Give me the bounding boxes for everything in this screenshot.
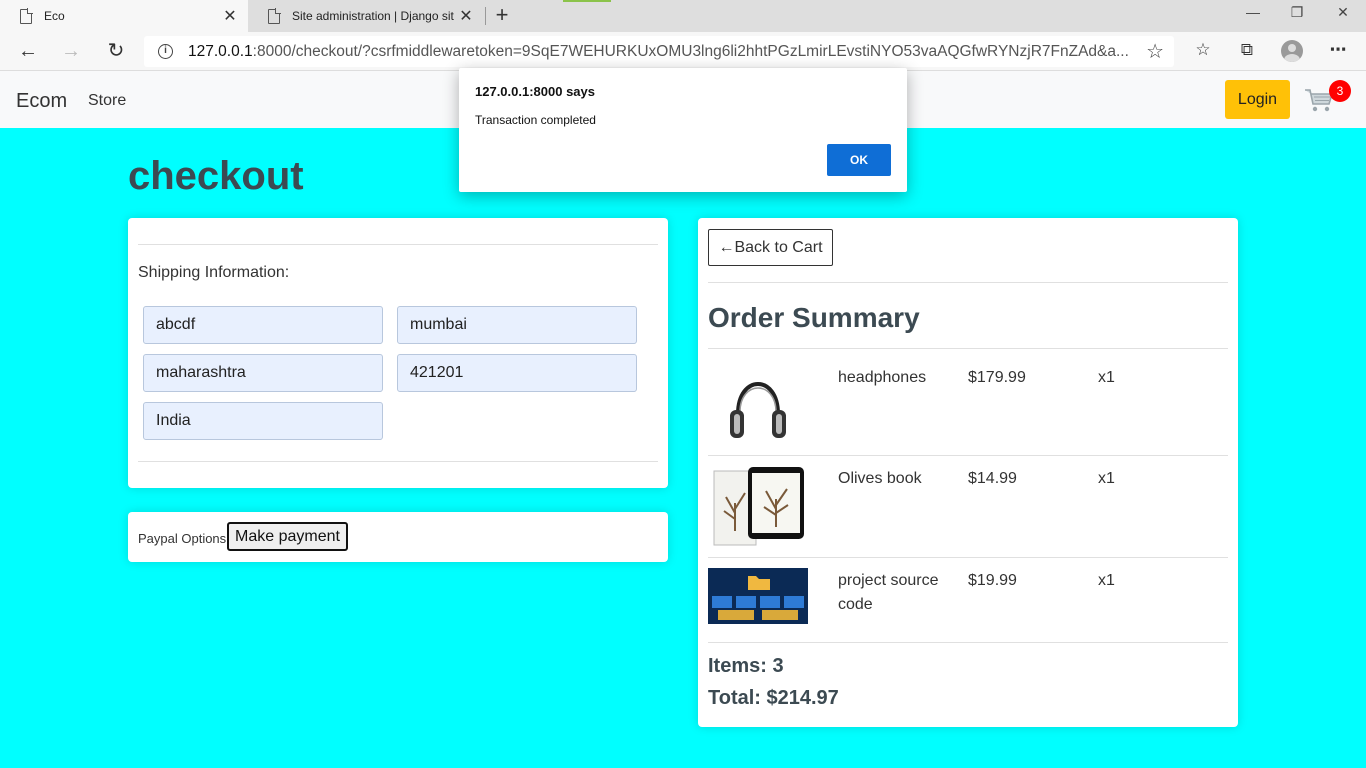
- tab-close-icon[interactable]: ✕: [454, 6, 478, 26]
- back-to-cart-button[interactable]: ←Back to Cart: [708, 229, 833, 266]
- country-field[interactable]: India: [143, 402, 383, 440]
- item-price: $14.99: [968, 470, 1017, 487]
- divider: [138, 461, 658, 462]
- item-quantity: x1: [1098, 470, 1115, 487]
- state-field[interactable]: maharashtra: [143, 354, 383, 392]
- forward-arrow-icon[interactable]: →: [57, 39, 85, 65]
- cart-count-badge: 3: [1329, 80, 1351, 102]
- zipcode-field[interactable]: 421201: [397, 354, 637, 392]
- dialog-title: 127.0.0.1:8000 says: [475, 84, 595, 99]
- order-summary-card: ←Back to Cart Order Summary headphones $…: [698, 218, 1238, 727]
- divider: [708, 557, 1228, 558]
- browser-tab-bar: Eco ✕ Site administration | Django site …: [0, 0, 1366, 32]
- more-menu-icon[interactable]: ⋯: [1326, 40, 1350, 64]
- restore-icon[interactable]: ❐: [1285, 4, 1309, 26]
- profile-avatar-icon[interactable]: [1281, 40, 1303, 62]
- tab-drag-indicator: [563, 0, 611, 2]
- item-price: $19.99: [968, 572, 1017, 589]
- url-path: :8000/checkout/?csrfmiddlewaretoken=9SqE…: [252, 43, 1128, 60]
- refresh-icon[interactable]: ↻: [102, 39, 130, 65]
- url-host: 127.0.0.1: [188, 43, 253, 60]
- divider: [708, 282, 1228, 283]
- dialog-message: Transaction completed: [475, 113, 596, 127]
- window-close-icon[interactable]: ✕: [1331, 4, 1355, 26]
- item-name: Olives book: [838, 470, 922, 487]
- book-image: [713, 467, 804, 546]
- item-name: headphones: [838, 369, 927, 386]
- new-tab-icon[interactable]: +: [492, 4, 512, 28]
- order-summary-title: Order Summary: [708, 302, 920, 333]
- address-field[interactable]: abcdf: [143, 306, 383, 344]
- url-text: 127.0.0.1:8000/checkout/?csrfmiddlewaret…: [188, 43, 1128, 61]
- brand-link[interactable]: Ecom: [16, 90, 67, 113]
- page-title: checkout: [128, 154, 304, 198]
- nav-store-link[interactable]: Store: [88, 92, 126, 110]
- tab-separator: [485, 7, 486, 25]
- browser-tab-eco[interactable]: Eco ✕: [0, 0, 248, 32]
- page-icon: [268, 7, 281, 24]
- page-icon: [20, 7, 33, 24]
- divider: [138, 244, 658, 245]
- collections-icon[interactable]: ⧉: [1235, 40, 1259, 64]
- shipping-info-label: Shipping Information:: [138, 264, 290, 281]
- tab-title: Site administration | Django site: [292, 9, 454, 23]
- source-code-image: [708, 568, 808, 624]
- order-total: Total: $214.97: [708, 687, 839, 709]
- headphones-image: [730, 382, 786, 438]
- browser-tab-django-admin[interactable]: Site administration | Django site ✕: [248, 0, 484, 32]
- site-info-icon[interactable]: i: [158, 44, 173, 59]
- tab-close-icon[interactable]: ✕: [218, 6, 242, 26]
- payment-card: Paypal Options Make payment: [128, 512, 668, 562]
- city-field[interactable]: mumbai: [397, 306, 637, 344]
- item-name: project source code: [838, 572, 939, 613]
- paypal-options-label: Paypal Options: [138, 531, 227, 546]
- shipping-form-card: Shipping Information: abcdf mumbai mahar…: [128, 218, 668, 488]
- item-quantity: x1: [1098, 572, 1115, 589]
- divider: [708, 455, 1228, 456]
- alert-dialog: 127.0.0.1:8000 says Transaction complete…: [459, 68, 907, 192]
- tab-title: Eco: [44, 9, 65, 23]
- back-arrow-icon[interactable]: ←: [14, 39, 42, 65]
- item-quantity: x1: [1098, 369, 1115, 386]
- dialog-ok-button[interactable]: OK: [827, 144, 891, 176]
- favorites-icon[interactable]: ☆: [1191, 40, 1215, 64]
- items-count: Items: 3: [708, 655, 784, 677]
- login-button[interactable]: Login: [1225, 80, 1290, 119]
- divider: [708, 642, 1228, 643]
- favorite-star-icon[interactable]: ☆: [1146, 39, 1164, 64]
- url-input[interactable]: i 127.0.0.1:8000/checkout/?csrfmiddlewar…: [144, 36, 1174, 67]
- divider: [708, 348, 1228, 349]
- item-price: $179.99: [968, 369, 1026, 386]
- minimize-icon[interactable]: —: [1241, 4, 1265, 26]
- make-payment-button[interactable]: Make payment: [227, 522, 348, 551]
- browser-address-bar: ← → ↻ i 127.0.0.1:8000/checkout/?csrfmid…: [0, 32, 1366, 71]
